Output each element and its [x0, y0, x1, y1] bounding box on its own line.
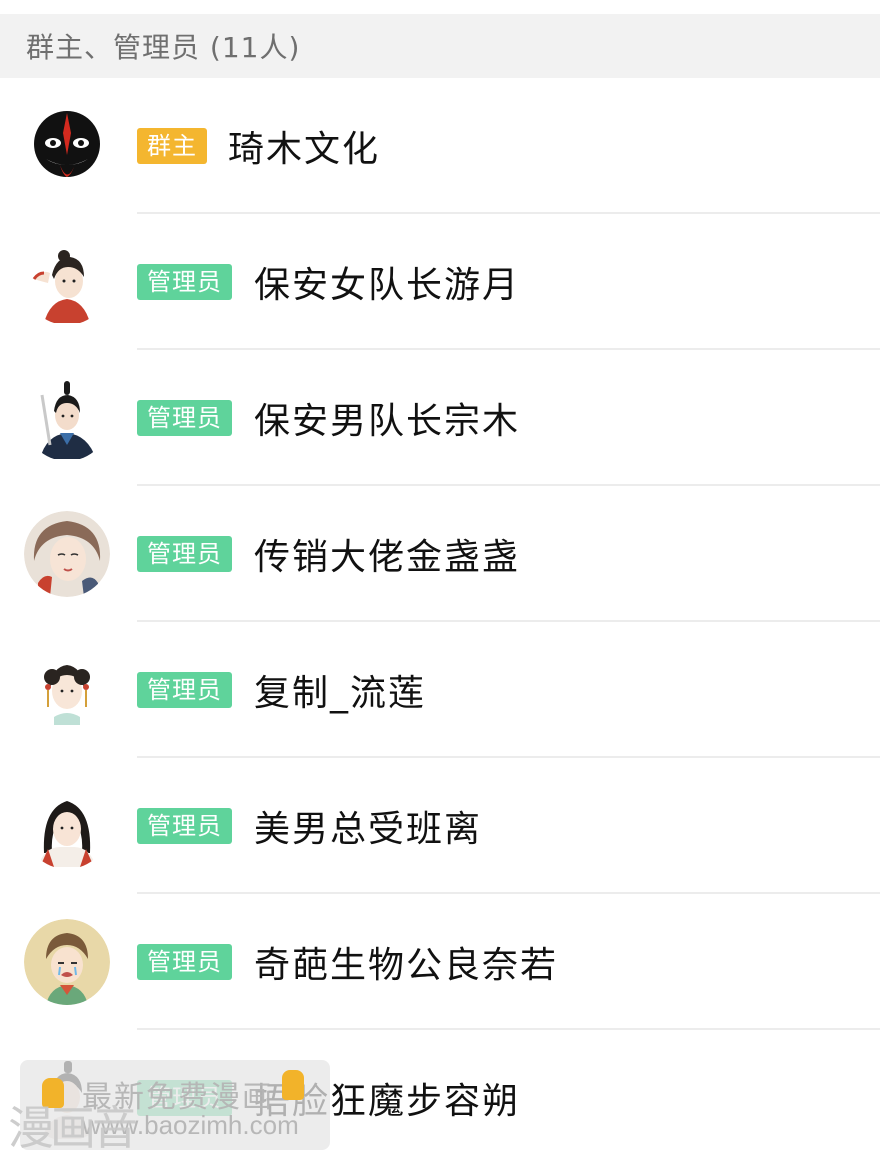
member-row[interactable]: 管理员 复制_流莲	[0, 622, 880, 758]
member-name: 复制_流莲	[254, 673, 427, 714]
admin-badge: 管理员	[137, 672, 232, 708]
admin-badge: 管理员	[137, 944, 232, 980]
member-row[interactable]: 管理员 保安男队长宗木	[0, 350, 880, 486]
admin-badge: 管理员	[137, 264, 232, 300]
female-guard-avatar-icon[interactable]	[24, 239, 110, 325]
watermark-logo: 漫画音	[8, 1101, 138, 1155]
admin-badge: 管理员	[137, 536, 232, 572]
member-name: 保安男队长宗木	[254, 401, 521, 442]
member-row[interactable]: 管理员 传销大佬金盏盏	[0, 486, 880, 622]
admin-badge: 管理员	[137, 1080, 232, 1116]
member-row[interactable]: 管理员 保安女队长游月	[0, 214, 880, 350]
male-guard-avatar-icon[interactable]	[24, 375, 110, 461]
opera-mask-icon[interactable]	[24, 103, 110, 189]
crying-avatar-icon[interactable]	[24, 919, 110, 1005]
member-row-owner[interactable]: 群主 琦木文化	[0, 78, 880, 214]
section-header-label: 群主、管理员 (11人)	[26, 31, 301, 64]
section-header: 群主、管理员 (11人)	[0, 14, 880, 78]
member-name: 美男总受班离	[254, 809, 483, 850]
admin-badge: 管理员	[137, 808, 232, 844]
owner-badge: 群主	[137, 128, 207, 164]
lady-avatar-icon[interactable]	[24, 511, 110, 597]
top-strip	[0, 0, 880, 14]
admin-badge: 管理员	[137, 400, 232, 436]
member-name: 传销大佬金盏盏	[254, 537, 521, 578]
member-name: 琦木文化	[228, 129, 381, 170]
member-list: 群主 琦木文化 管理员 保安女队长游月 管理员 保安男队长宗木 管理员 传销大佬…	[0, 78, 880, 1166]
member-row[interactable]: 管理员 奇葩生物公良奈若	[0, 894, 880, 1030]
girl-avatar-icon[interactable]	[24, 647, 110, 733]
member-name: 保安女队长游月	[254, 265, 521, 306]
member-row[interactable]: 管理员 美男总受班离	[0, 758, 880, 894]
member-name: 捂脸狂魔步容朔	[254, 1081, 521, 1122]
man-avatar-icon[interactable]	[24, 783, 110, 869]
member-name: 奇葩生物公良奈若	[254, 945, 559, 986]
